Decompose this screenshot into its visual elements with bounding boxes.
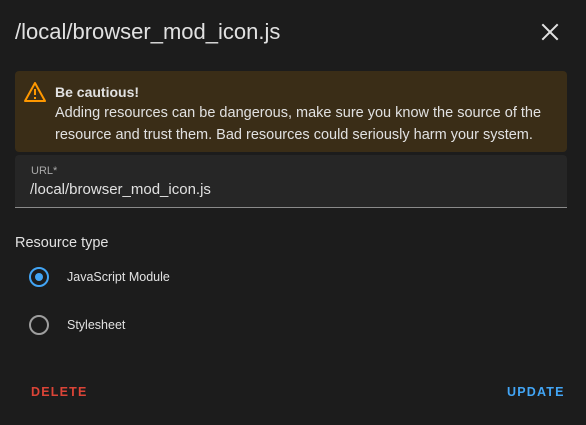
radio-dot bbox=[35, 273, 43, 281]
radio-label-stylesheet: Stylesheet bbox=[67, 318, 126, 332]
update-button[interactable]: UPDATE bbox=[507, 380, 565, 404]
dialog-title: /local/browser_mod_icon.js bbox=[15, 19, 281, 44]
radio-button-unchecked[interactable] bbox=[29, 315, 49, 335]
radio-option-stylesheet[interactable]: Stylesheet bbox=[22, 308, 322, 342]
resource-type-label: Resource type bbox=[15, 235, 109, 251]
close-icon bbox=[541, 23, 559, 41]
alert-message: Adding resources can be dangerous, make … bbox=[55, 105, 542, 143]
warning-alert: Be cautious! Adding resources can be dan… bbox=[15, 71, 567, 152]
url-field-label: URL* bbox=[31, 165, 58, 177]
delete-button[interactable]: DELETE bbox=[31, 380, 88, 404]
url-field[interactable]: URL* bbox=[15, 155, 567, 208]
alert-title: Be cautious! bbox=[55, 84, 140, 100]
url-input[interactable] bbox=[30, 178, 550, 200]
radio-label-javascript-module: JavaScript Module bbox=[67, 270, 170, 284]
warning-icon bbox=[24, 82, 46, 102]
radio-option-javascript-module[interactable]: JavaScript Module bbox=[22, 260, 322, 294]
resource-dialog: /local/browser_mod_icon.js Be cautious! … bbox=[0, 0, 586, 425]
close-button[interactable] bbox=[534, 18, 566, 46]
radio-button-checked[interactable] bbox=[29, 267, 49, 287]
